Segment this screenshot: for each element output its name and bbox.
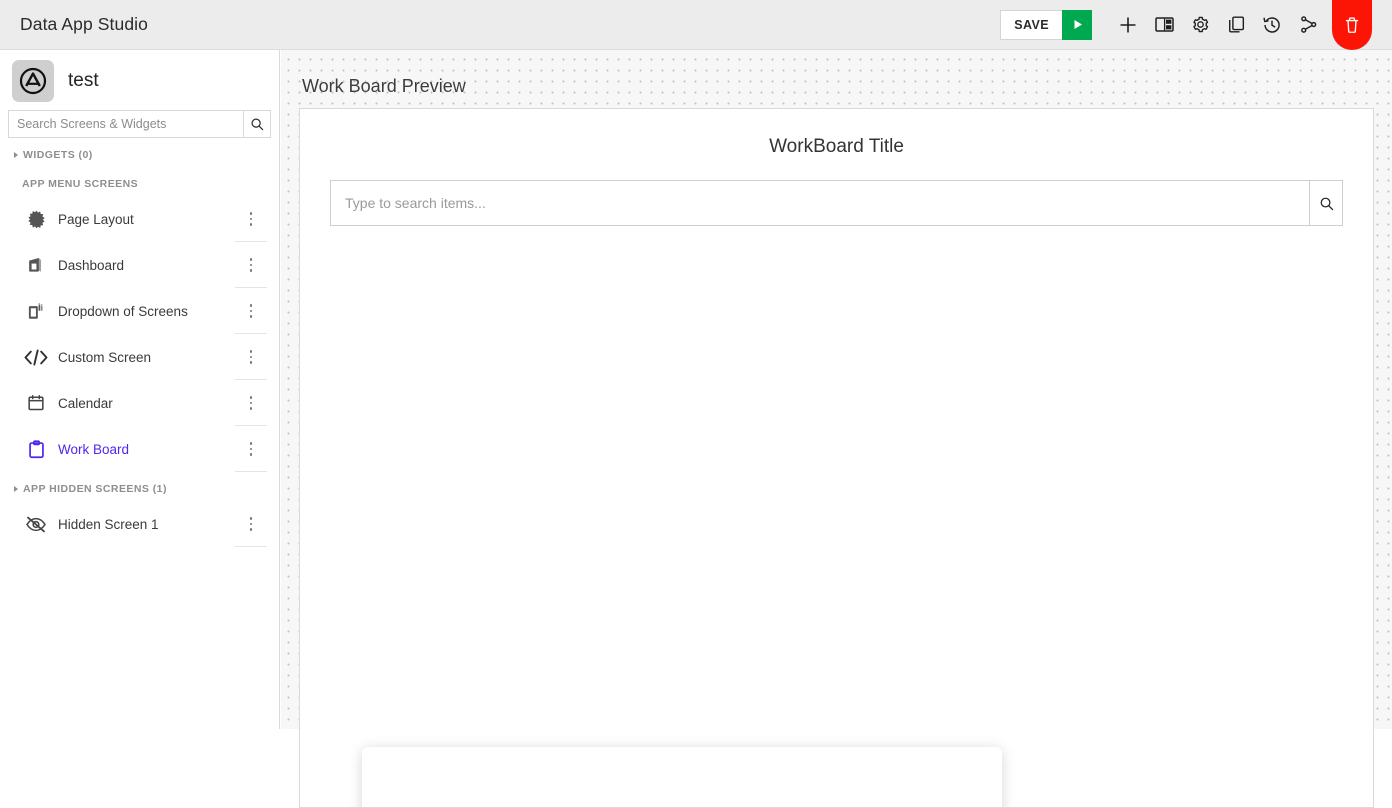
starburst-icon [24,210,48,229]
app-logo [12,60,54,102]
play-icon [1074,20,1082,29]
chevron-right-icon [14,486,18,492]
save-button[interactable]: SAVE [1000,9,1062,40]
settings-button[interactable] [1182,0,1218,50]
kebab-menu-icon[interactable] [241,206,261,232]
app-header: test [0,50,279,110]
branch-button[interactable] [1290,0,1326,50]
workboard-title: WorkBoard Title [769,136,904,157]
workboard-search [330,180,1343,226]
calendar-icon [24,394,48,412]
history-button[interactable] [1254,0,1290,50]
kebab-menu-icon[interactable] [241,390,261,416]
sidebar-item-calendar[interactable]: Calendar [0,380,279,426]
save-group: SAVE [1000,9,1092,40]
delete-button[interactable] [1332,0,1372,50]
search-icon [251,118,264,131]
row-divider [235,471,267,472]
add-button[interactable] [1110,0,1146,50]
history-icon [1263,16,1280,33]
sidebar-item-label: Work Board [58,441,130,457]
top-bar: Data App Studio SAVE [0,0,1392,50]
section-widgets[interactable]: WIDGETS (0) [0,138,279,167]
sidebar-item-page-layout[interactable]: Page Layout [0,196,279,242]
sidebar-item-dropdown-of-screens[interactable]: Dropdown of Screens [0,288,279,334]
sidebar-item-label: Dropdown of Screens [58,303,188,319]
kebab-menu-icon[interactable] [241,511,261,537]
kebab-menu-icon[interactable] [241,298,261,324]
eye-off-icon [24,515,48,534]
sidebar-item-label: Hidden Screen 1 [58,516,159,532]
sidebar-item-label: Dashboard [58,257,125,273]
section-app-menu-screens-label: APP MENU SCREENS [22,178,139,190]
duplicate-button[interactable] [1218,0,1254,50]
run-button[interactable] [1062,9,1092,40]
canvas-area: Work Board Preview WorkBoard Title [281,50,1392,808]
panel-toggle-button[interactable] [1146,0,1182,50]
panel-layout-icon [1154,17,1174,32]
plus-icon [1120,17,1136,32]
chevron-right-icon [14,152,18,158]
stacked-cards-icon [24,302,48,321]
sidebar-item-label: Calendar [58,395,113,411]
section-app-menu-screens: APP MENU SCREENS [0,167,279,196]
workboard-search-button[interactable] [1309,180,1343,226]
workboard-preview-card: WorkBoard Title [299,108,1374,808]
branch-icon [1300,16,1316,33]
sidebar: test WIDGETS (0) APP MENU SCREENS Page L… [0,50,280,729]
search-submit-button[interactable] [243,110,271,138]
sidebar-search [8,110,271,138]
app-name: test [68,70,99,91]
sidebar-item-label: Custom Screen [58,349,152,365]
kebab-menu-icon[interactable] [241,252,261,278]
sidebar-item-work-board[interactable]: Work Board [0,426,279,472]
app-logo-icon [19,67,47,95]
toolbar-actions: SAVE [1000,0,1392,50]
section-widgets-label: WIDGETS (0) [23,149,93,161]
search-icon [1320,197,1333,210]
sidebar-item-hidden-screen-1[interactable]: Hidden Screen 1 [0,501,279,547]
sidebar-item-label: Page Layout [58,211,134,227]
section-app-hidden-screens-label: APP HIDDEN SCREENS (1) [23,483,167,495]
workboard-column-card[interactable] [362,747,1002,807]
sidebar-item-custom-screen[interactable]: Custom Screen [0,334,279,380]
kebab-menu-icon[interactable] [241,344,261,370]
row-divider [235,546,267,547]
sidebar-item-dashboard[interactable]: Dashboard [0,242,279,288]
dashboard-icon [24,256,48,274]
code-brackets-icon [24,349,48,366]
workboard-search-input[interactable] [330,180,1309,226]
search-input[interactable] [8,110,243,138]
copy-icon [1228,16,1244,33]
clipboard-icon [24,439,48,459]
preview-title: Work Board Preview [302,76,466,96]
section-app-hidden-screens[interactable]: APP HIDDEN SCREENS (1) [0,472,279,501]
gear-icon [1192,16,1208,33]
kebab-menu-icon[interactable] [241,436,261,462]
app-title: Data App Studio [20,14,148,34]
trash-icon [1345,16,1359,33]
